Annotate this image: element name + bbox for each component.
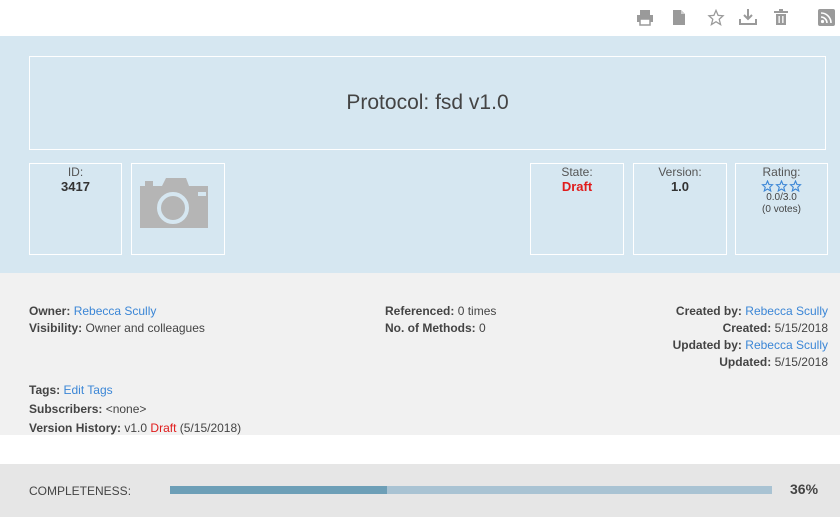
created-by-label: Created by: [675, 304, 742, 318]
created-value: 5/15/2018 [774, 321, 828, 335]
updated-by-row: Updated by: Rebecca Scully [673, 337, 828, 353]
updated-value: 5/15/2018 [774, 355, 828, 369]
version-history-state: Draft [150, 421, 177, 435]
created-by-link[interactable]: Rebecca Scully [745, 304, 828, 318]
version-label: Version: [658, 165, 702, 179]
visibility-label: Visibility: [29, 321, 83, 335]
owner-link[interactable]: Rebecca Scully [74, 304, 157, 318]
star-outline-icon[interactable] [775, 180, 788, 192]
star-outline-icon[interactable] [761, 180, 774, 192]
completeness-label: COMPLETENESS: [29, 484, 132, 498]
rating-label: Rating: [762, 165, 801, 179]
visibility-value: Owner and colleagues [85, 321, 205, 335]
referenced-label: Referenced: [385, 304, 455, 318]
document-icon[interactable] [668, 6, 690, 28]
title-box: Protocol: fsd v1.0 [29, 56, 826, 150]
methods-label: No. of Methods: [385, 321, 476, 335]
subscribers-label: Subscribers: [29, 402, 103, 416]
protocol-header: Protocol: fsd v1.0 ID: 3417 State: Draft… [0, 36, 840, 273]
id-label: ID: [67, 165, 84, 179]
methods-row: No. of Methods: 0 [385, 320, 486, 336]
rating-cell: Rating: 0.0/3.0 (0 votes) [735, 163, 828, 255]
camera-icon [140, 178, 208, 228]
id-cell: ID: 3417 [29, 163, 122, 255]
owner-row: Owner: Rebecca Scully [29, 303, 156, 319]
edit-tags-link[interactable]: Edit Tags [63, 383, 112, 397]
star-icon[interactable] [705, 6, 727, 28]
referenced-value: 0 times [457, 304, 497, 318]
referenced-row: Referenced: 0 times [385, 303, 496, 319]
updated-by-link[interactable]: Rebecca Scully [745, 338, 828, 352]
created-row: Created: 5/15/2018 [723, 320, 828, 336]
state-cell: State: Draft [530, 163, 624, 255]
star-outline-icon[interactable] [789, 180, 802, 192]
version-cell: Version: 1.0 [633, 163, 727, 255]
updated-label: Updated: [719, 355, 772, 369]
version-history-date: (5/15/2018) [179, 421, 242, 435]
updated-by-label: Updated by: [672, 338, 742, 352]
download-icon[interactable] [737, 6, 759, 28]
tags-row: Tags: Edit Tags [29, 382, 113, 398]
state-value: Draft [561, 179, 593, 194]
version-history-version: v1.0 [124, 421, 148, 435]
subscribers-row: Subscribers: <none> [29, 401, 146, 417]
page-title: Protocol: fsd v1.0 [346, 91, 509, 114]
methods-value: 0 [479, 321, 486, 335]
rating-votes: (0 votes) [762, 204, 801, 215]
protocol-image[interactable] [131, 163, 225, 255]
version-history-label: Version History: [29, 421, 122, 435]
id-value: 3417 [61, 179, 90, 194]
updated-row: Updated: 5/15/2018 [719, 354, 828, 370]
toolbar [0, 0, 840, 36]
trash-icon[interactable] [770, 6, 792, 28]
created-by-row: Created by: Rebecca Scully [676, 303, 828, 319]
rating-score: 0.0/3.0 [766, 192, 797, 203]
rss-icon[interactable] [818, 6, 840, 28]
completeness-bar [170, 486, 772, 494]
completeness-bar-fill [170, 486, 387, 494]
completeness-percent: 36% [790, 481, 819, 497]
subscribers-value: <none> [105, 402, 147, 416]
rating-stars[interactable] [736, 180, 827, 192]
version-value: 1.0 [670, 179, 690, 194]
tags-label: Tags: [29, 383, 61, 397]
print-icon[interactable] [634, 6, 656, 28]
completeness-section: COMPLETENESS: 36% [0, 464, 840, 517]
state-label: State: [561, 165, 593, 179]
owner-label: Owner: [29, 304, 71, 318]
version-history-row: Version History: v1.0 Draft (5/15/2018) [29, 420, 241, 436]
created-label: Created: [722, 321, 772, 335]
protocol-info: Owner: Rebecca Scully Visibility: Owner … [0, 273, 840, 435]
visibility-row: Visibility: Owner and colleagues [29, 320, 205, 336]
